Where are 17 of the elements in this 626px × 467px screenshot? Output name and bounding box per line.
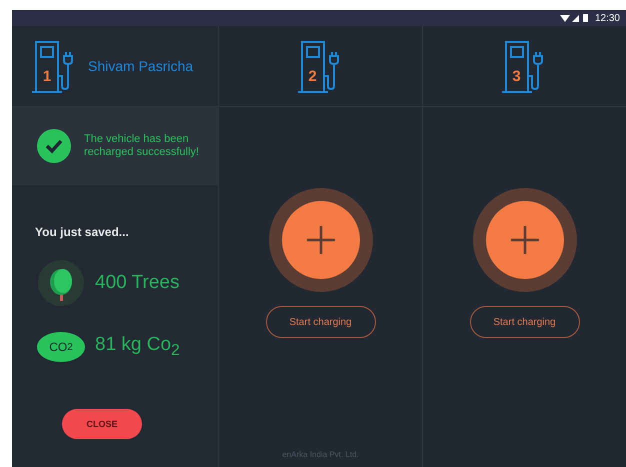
user-name: Shivam Pasricha [88,58,194,74]
success-message: The vehicle has been recharged successfully! [84,133,200,159]
savings-value: 400 Trees [95,272,180,294]
station-number: 2 [307,68,318,85]
start-charging-button[interactable]: Start charging [266,306,376,338]
check-icon [36,128,72,164]
plus-icon [510,225,540,255]
station-number: 1 [42,68,52,85]
savings-value: 81 kg Co$_{2}$ [95,334,180,360]
station-number: 3 [511,68,522,85]
start-charging-button[interactable]: Start charging [470,306,580,338]
status-time: 12:30 [594,12,620,24]
plus-icon [306,225,336,255]
savings-title: You just saved... [35,225,130,239]
status-icons [560,13,590,23]
close-button[interactable]: CLOSE [62,409,142,439]
tree-icon [37,259,85,307]
